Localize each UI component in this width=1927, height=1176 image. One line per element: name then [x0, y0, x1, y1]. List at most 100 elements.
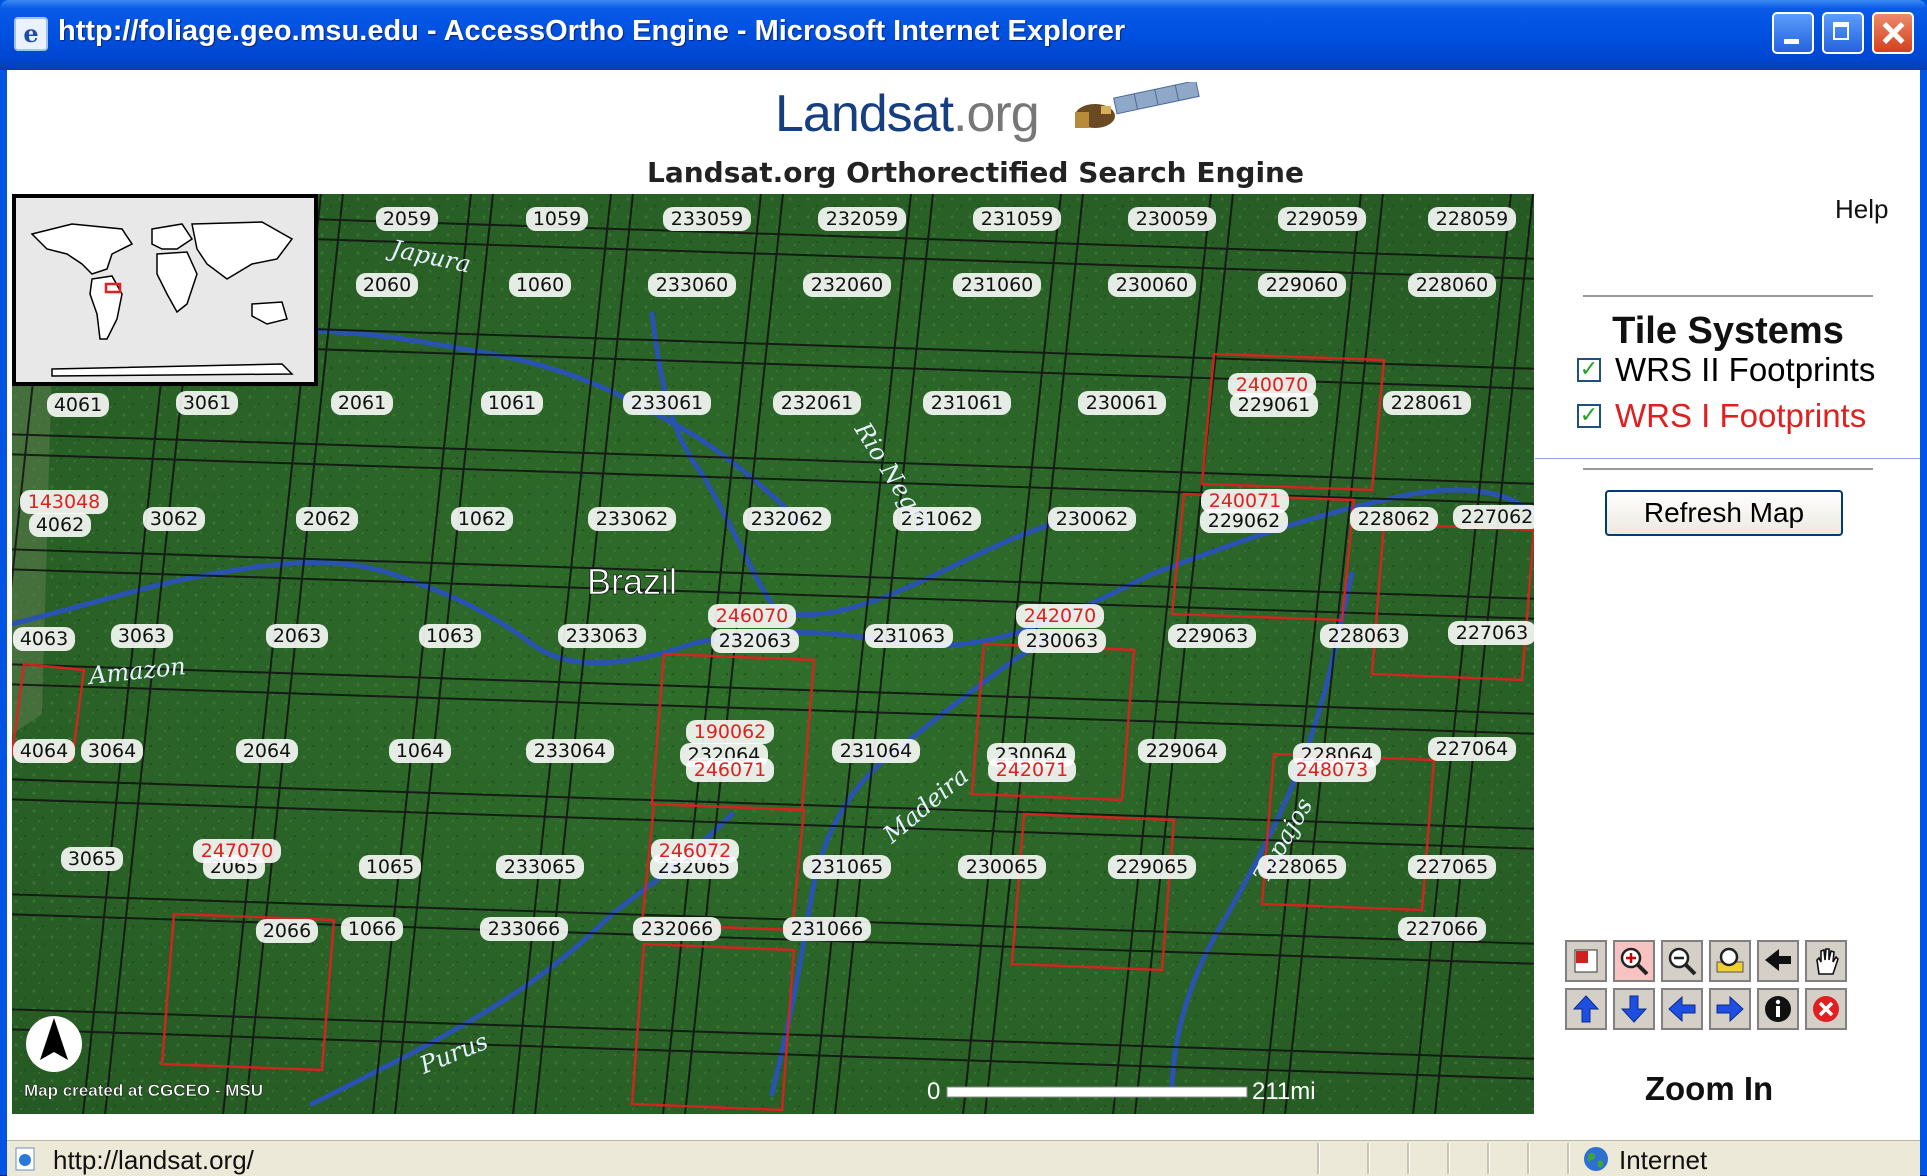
zoom-window-icon[interactable] [1709, 940, 1751, 982]
tile-label[interactable]: 3064 [81, 739, 143, 763]
tile-label[interactable]: 230065 [958, 855, 1046, 879]
tile-label[interactable]: 233064 [526, 739, 614, 763]
tile-label[interactable]: 2060 [356, 273, 418, 297]
tile-label[interactable]: 2062 [296, 507, 358, 531]
tile-label[interactable]: 143048 [20, 490, 108, 514]
tile-label[interactable]: 1063 [419, 624, 481, 648]
tile-label[interactable]: 231060 [953, 273, 1041, 297]
tile-label[interactable]: 1060 [509, 273, 571, 297]
refresh-map-button[interactable]: Refresh Map [1605, 490, 1843, 536]
help-link[interactable]: Help [1835, 194, 1888, 225]
layer-wrs1[interactable]: ✓ WRS I Footprints [1577, 396, 1866, 436]
tile-label[interactable]: 233062 [588, 507, 676, 531]
back-icon[interactable] [1757, 940, 1799, 982]
tile-label[interactable]: 2066 [256, 919, 318, 943]
tile-label[interactable]: 233061 [623, 391, 711, 415]
tile-label[interactable]: 232059 [818, 207, 906, 231]
map-view[interactable]: 2059 1059 233059 232059 231059 230059 229059 22… [12, 194, 1534, 1114]
pan-up-icon[interactable] [1565, 988, 1607, 1030]
tile-label[interactable]: 190062 [686, 720, 774, 744]
tile-label[interactable]: 228063 [1320, 624, 1408, 648]
tile-label[interactable]: 246072 [651, 839, 739, 863]
clear-icon[interactable] [1805, 988, 1847, 1030]
tile-label[interactable]: 231065 [803, 855, 891, 879]
wrs1-checkbox[interactable]: ✓ [1577, 404, 1601, 428]
minimize-button[interactable] [1772, 12, 1814, 54]
tile-label[interactable]: 231059 [973, 207, 1061, 231]
tile-label[interactable]: 229064 [1138, 739, 1226, 763]
tile-label[interactable]: 2059 [376, 207, 438, 231]
full-extent-icon[interactable] [1565, 940, 1607, 982]
tile-label[interactable]: 229063 [1168, 624, 1256, 648]
tile-label[interactable]: 1066 [341, 917, 403, 941]
tile-label[interactable]: 4063 [13, 627, 75, 651]
maximize-button[interactable] [1822, 12, 1864, 54]
tile-label[interactable]: 242071 [988, 758, 1076, 782]
tile-label[interactable]: 227065 [1408, 855, 1496, 879]
tile-label[interactable]: 1061 [481, 391, 543, 415]
tile-label[interactable]: 230062 [1048, 507, 1136, 531]
tile-label[interactable]: 231061 [923, 391, 1011, 415]
tile-label[interactable]: 228062 [1350, 507, 1438, 531]
pan-hand-icon[interactable] [1805, 940, 1847, 982]
tile-label[interactable]: 240071 [1201, 489, 1289, 513]
tile-label[interactable]: 229059 [1278, 207, 1366, 231]
tile-label[interactable]: 231064 [832, 739, 920, 763]
tile-label[interactable]: 3063 [111, 624, 173, 648]
tile-label[interactable]: 247070 [193, 839, 281, 863]
tile-label[interactable]: 229060 [1258, 273, 1346, 297]
tile-label[interactable]: 248073 [1288, 758, 1376, 782]
tile-label[interactable]: 233066 [480, 917, 568, 941]
tile-label[interactable]: 2064 [236, 739, 298, 763]
tile-label[interactable]: 4061 [47, 393, 109, 417]
tile-label[interactable]: 4062 [29, 513, 91, 537]
tile-label[interactable]: 1065 [359, 855, 421, 879]
tile-label[interactable]: 240070 [1228, 373, 1316, 397]
tile-label[interactable]: 230061 [1078, 391, 1166, 415]
tile-label[interactable]: 227062 [1453, 505, 1534, 529]
tile-label[interactable]: 3061 [176, 391, 238, 415]
tile-label[interactable]: 3062 [143, 507, 205, 531]
tile-label[interactable]: 1062 [451, 507, 513, 531]
title-bar[interactable]: e http://foliage.geo.msu.edu - AccessOrt… [0, 0, 1927, 70]
tile-label[interactable]: 230063 [1018, 629, 1106, 653]
tile-label[interactable]: 233063 [558, 624, 646, 648]
tile-label[interactable]: 231066 [783, 917, 871, 941]
tile-label[interactable]: 231063 [865, 624, 953, 648]
zoom-in-icon[interactable] [1613, 940, 1655, 982]
tile-label[interactable]: 3065 [61, 847, 123, 871]
tile-label[interactable]: 233059 [663, 207, 751, 231]
tile-label[interactable]: 242070 [1016, 604, 1104, 628]
wrs2-checkbox[interactable]: ✓ [1577, 358, 1601, 382]
tile-label[interactable]: 2061 [331, 391, 393, 415]
info-icon[interactable] [1757, 988, 1799, 1030]
tile-label[interactable]: 228060 [1408, 273, 1496, 297]
tile-label[interactable]: 4064 [13, 739, 75, 763]
layer-wrs2[interactable]: ✓ WRS II Footprints [1577, 350, 1875, 390]
tile-label[interactable]: 228061 [1383, 391, 1471, 415]
overview-map[interactable] [12, 194, 318, 386]
tile-label[interactable]: 232061 [773, 391, 861, 415]
tile-label[interactable]: 227063 [1448, 621, 1534, 645]
tile-label[interactable]: 228059 [1428, 207, 1516, 231]
tile-label[interactable]: 1059 [526, 207, 588, 231]
tile-label[interactable]: 233065 [496, 855, 584, 879]
tile-label[interactable]: 246071 [686, 758, 774, 782]
tile-label[interactable]: 1064 [389, 739, 451, 763]
zoom-out-icon[interactable] [1661, 940, 1703, 982]
close-button[interactable] [1872, 12, 1914, 54]
tile-label[interactable]: 227066 [1398, 917, 1486, 941]
tile-label[interactable]: 227064 [1428, 737, 1516, 761]
tile-label[interactable]: 232060 [803, 273, 891, 297]
pan-down-icon[interactable] [1613, 988, 1655, 1030]
tile-label[interactable]: 232062 [743, 507, 831, 531]
pan-right-icon[interactable] [1709, 988, 1751, 1030]
tile-label[interactable]: 232063 [711, 629, 799, 653]
tile-label[interactable]: 2063 [266, 624, 328, 648]
tile-label[interactable]: 232066 [633, 917, 721, 941]
tile-label[interactable]: 230060 [1108, 273, 1196, 297]
tile-label[interactable]: 246070 [708, 604, 796, 628]
pan-left-icon[interactable] [1661, 988, 1703, 1030]
tile-label[interactable]: 229065 [1108, 855, 1196, 879]
tile-label[interactable]: 233060 [648, 273, 736, 297]
